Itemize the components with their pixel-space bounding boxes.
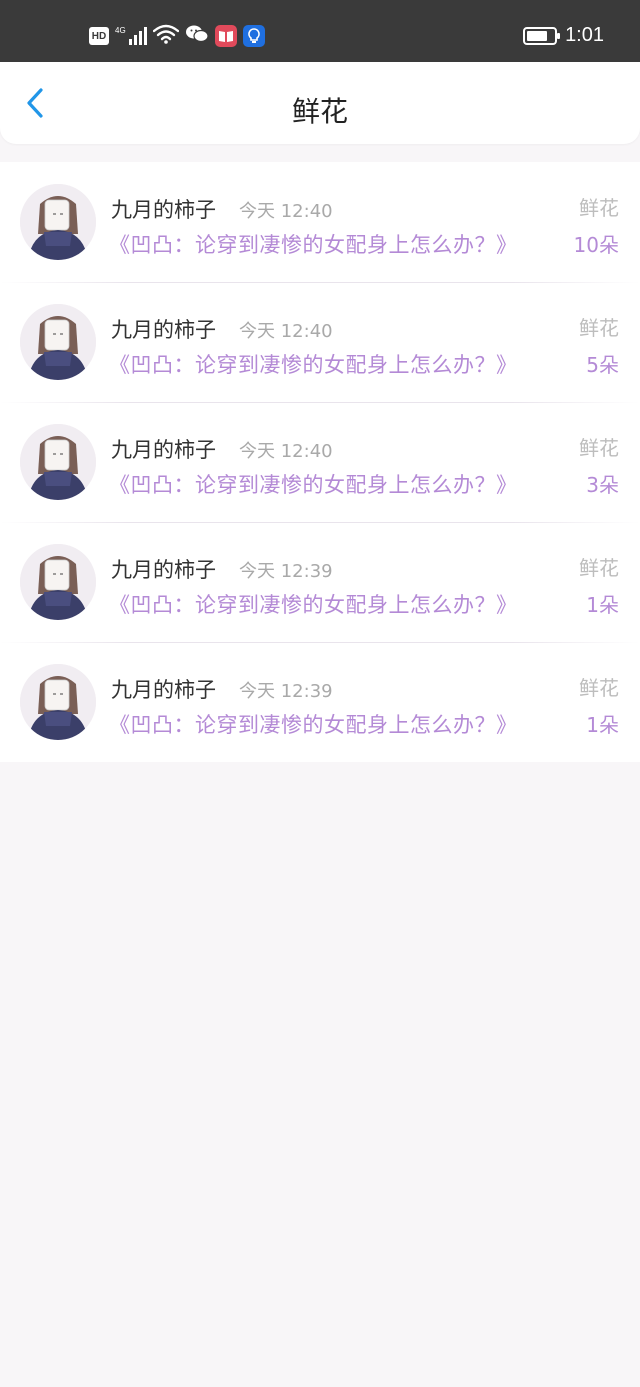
book-title-link[interactable]: 《凹凸：论穿到凄惨的女配身上怎么办？》 xyxy=(109,709,518,739)
list-item[interactable]: 九月的柿子 今天 12:40 《凹凸：论穿到凄惨的女配身上怎么办？》 鲜花 5朵 xyxy=(0,282,640,402)
list-item[interactable]: 九月的柿子 今天 12:39 《凹凸：论穿到凄惨的女配身上怎么办？》 鲜花 1朵 xyxy=(0,522,640,642)
avatar[interactable] xyxy=(20,664,96,740)
gift-count: 5朵 xyxy=(586,353,619,377)
list-item[interactable]: 九月的柿子 今天 12:40 《凹凸：论穿到凄惨的女配身上怎么办？》 鲜花 3朵 xyxy=(0,402,640,522)
gift-type-label: 鲜花 xyxy=(579,436,619,460)
gift-count: 10朵 xyxy=(573,233,619,257)
hd-label: HD xyxy=(91,30,107,42)
book-title-link[interactable]: 《凹凸：论穿到凄惨的女配身上怎么办？》 xyxy=(109,229,518,259)
gift-type-label: 鲜花 xyxy=(579,556,619,580)
status-icons-left: HD 4G xyxy=(89,22,265,50)
username[interactable]: 九月的柿子 xyxy=(111,194,216,224)
timestamp: 今天 12:40 xyxy=(239,321,333,342)
avatar[interactable] xyxy=(20,424,96,500)
list-item[interactable]: 九月的柿子 今天 12:39 《凹凸：论穿到凄惨的女配身上怎么办？》 鲜花 1朵 xyxy=(0,642,640,762)
reader-app-icon xyxy=(214,25,237,47)
status-bar: HD 4G 1:01 xyxy=(0,0,640,62)
flower-record-list: 九月的柿子 今天 12:40 《凹凸：论穿到凄惨的女配身上怎么办？》 鲜花 10… xyxy=(0,162,640,762)
gift-type-label: 鲜花 xyxy=(579,676,619,700)
gift-type-label: 鲜花 xyxy=(579,316,619,340)
gift-count: 3朵 xyxy=(586,473,619,497)
username[interactable]: 九月的柿子 xyxy=(111,554,216,584)
book-title-link[interactable]: 《凹凸：论穿到凄惨的女配身上怎么办？》 xyxy=(109,469,518,499)
signal-icon: 4G xyxy=(115,27,147,45)
avatar[interactable] xyxy=(20,304,96,380)
gift-type-label: 鲜花 xyxy=(579,196,619,220)
gift-count: 1朵 xyxy=(586,713,619,737)
gift-count: 1朵 xyxy=(586,593,619,617)
wechat-icon xyxy=(185,24,209,48)
page-title: 鲜花 xyxy=(291,95,348,128)
book-title-link[interactable]: 《凹凸：论穿到凄惨的女配身上怎么办？》 xyxy=(109,349,518,379)
lightbulb-app-icon xyxy=(242,25,265,47)
network-label: 4G xyxy=(115,26,126,35)
status-icons-right: 1:01 xyxy=(523,24,604,47)
avatar[interactable] xyxy=(20,184,96,260)
timestamp: 今天 12:40 xyxy=(239,201,333,222)
hd-icon: HD xyxy=(89,27,109,45)
timestamp: 今天 12:39 xyxy=(239,561,333,582)
list-item[interactable]: 九月的柿子 今天 12:40 《凹凸：论穿到凄惨的女配身上怎么办？》 鲜花 10… xyxy=(0,162,640,282)
battery-icon xyxy=(523,26,561,45)
timestamp: 今天 12:39 xyxy=(239,681,333,702)
status-time: 1:01 xyxy=(565,24,604,46)
username[interactable]: 九月的柿子 xyxy=(111,674,216,704)
username[interactable]: 九月的柿子 xyxy=(111,314,216,344)
timestamp: 今天 12:40 xyxy=(239,441,333,462)
username[interactable]: 九月的柿子 xyxy=(111,434,216,464)
nav-header: 鲜花 xyxy=(0,62,640,144)
avatar[interactable] xyxy=(20,544,96,620)
book-title-link[interactable]: 《凹凸：论穿到凄惨的女配身上怎么办？》 xyxy=(109,589,518,619)
wifi-icon xyxy=(152,24,179,48)
